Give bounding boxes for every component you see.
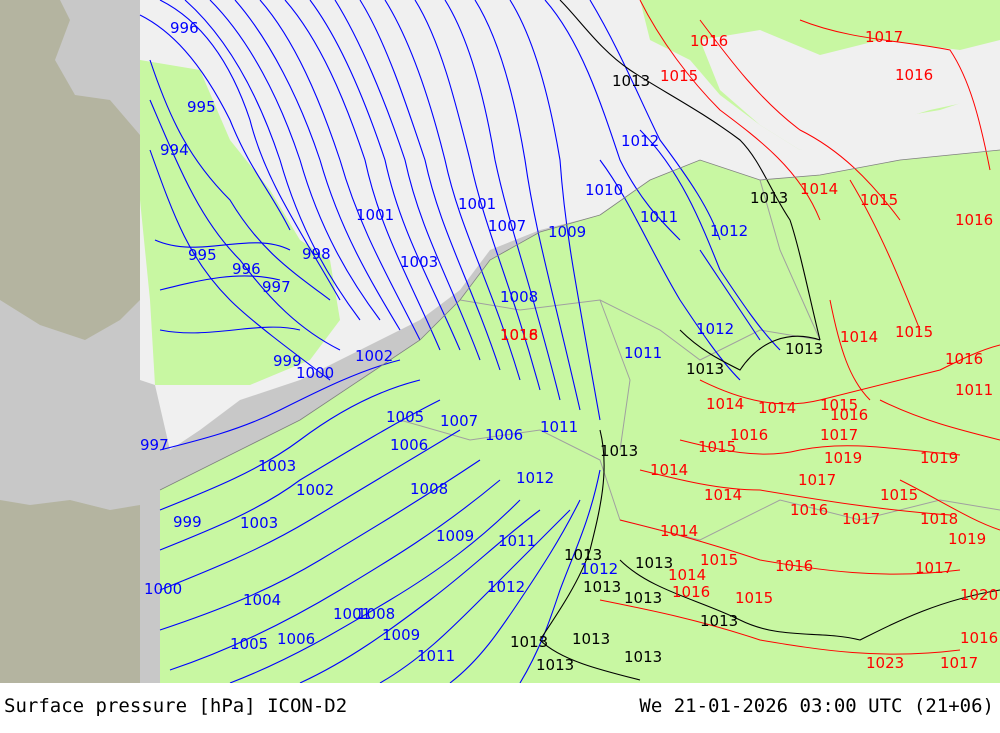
isobar-label: 1010 bbox=[585, 181, 623, 199]
great-britain-south-land bbox=[0, 500, 140, 683]
isobar-label: 1020 bbox=[960, 586, 998, 604]
isobar-label: 1017 bbox=[940, 654, 978, 672]
isobar-label: 1006 bbox=[390, 436, 428, 454]
isobar-label: 1011 bbox=[624, 344, 662, 362]
isobar-label: 1017 bbox=[798, 471, 836, 489]
isobar-label: 1008 bbox=[500, 288, 538, 306]
isobar-label: 1011 bbox=[640, 208, 678, 226]
isobar-label: 1009 bbox=[436, 527, 474, 545]
isobar-label: 1006 bbox=[485, 426, 523, 444]
isobar-label: 1019 bbox=[920, 449, 958, 467]
isobar-label: 1014 bbox=[660, 522, 698, 540]
isobar-label: 1017 bbox=[865, 28, 903, 46]
isobar-label: 1007 bbox=[488, 217, 526, 235]
isobar-label: 1015 bbox=[880, 486, 918, 504]
isobar-label: 1014 bbox=[800, 180, 838, 198]
isobar-label: 1011 bbox=[955, 381, 993, 399]
isobar-label: 1012 bbox=[516, 469, 554, 487]
isobar-label: 1016 bbox=[945, 350, 983, 368]
isobar-label: 1015 bbox=[735, 589, 773, 607]
map-canvas: 9969959949959969979989991000997999100010… bbox=[0, 0, 1000, 683]
isobar-label: 1016 bbox=[955, 211, 993, 229]
isobar-label: 1013 bbox=[750, 189, 788, 207]
isobar-label: 1015 bbox=[860, 191, 898, 209]
isobar-label: 1015 bbox=[698, 438, 736, 456]
isobar-label: 1013 bbox=[612, 72, 650, 90]
isobar-label: 1011 bbox=[540, 418, 578, 436]
isobar-label: 1013 bbox=[536, 656, 574, 674]
isobar-label: 1012 bbox=[487, 578, 525, 596]
isobar-label: 1008 bbox=[357, 605, 395, 623]
isobar-label: 1018 bbox=[500, 326, 538, 344]
isobar-label: 1019 bbox=[824, 449, 862, 467]
isobar-label: 1017 bbox=[915, 559, 953, 577]
isobar-label: 1011 bbox=[498, 532, 536, 550]
isobar-label: 1017 bbox=[820, 426, 858, 444]
isobar-label: 1016 bbox=[690, 32, 728, 50]
isobar-label: 1013 bbox=[700, 612, 738, 630]
isobar-label: 1001 bbox=[356, 206, 394, 224]
isobar-label: 1012 bbox=[621, 132, 659, 150]
isobar-label: 1003 bbox=[400, 253, 438, 271]
map-title: Surface pressure [hPa] ICON-D2 bbox=[4, 695, 348, 717]
isobar-label: 997 bbox=[262, 278, 291, 296]
isobar-label: 997 bbox=[140, 436, 169, 454]
isobar-label: 1014 bbox=[668, 566, 706, 584]
isobar-label: 1014 bbox=[758, 399, 796, 417]
isobar-label: 1023 bbox=[866, 654, 904, 672]
isobar-label: 1015 bbox=[660, 67, 698, 85]
isobar-label: 1000 bbox=[296, 364, 334, 382]
isobar-label: 1003 bbox=[258, 457, 296, 475]
isobar-label: 1009 bbox=[382, 626, 420, 644]
isobar-label: 1000 bbox=[144, 580, 182, 598]
isobar-label: 1016 bbox=[775, 557, 813, 575]
valid-time: We 21-01-2026 03:00 UTC (21+06) bbox=[639, 695, 994, 717]
isobar-label: 1005 bbox=[386, 408, 424, 426]
isobar-label: 1004 bbox=[243, 591, 281, 609]
isobar-label: 1015 bbox=[895, 323, 933, 341]
isobar-label: 995 bbox=[187, 98, 216, 116]
isobar-label: 995 bbox=[188, 246, 217, 264]
isobar-label: 1002 bbox=[355, 347, 393, 365]
isobar-label: 1007 bbox=[440, 412, 478, 430]
isobar-label: 1012 bbox=[710, 222, 748, 240]
isobar-label: 1016 bbox=[895, 66, 933, 84]
isobar-label: 1005 bbox=[230, 635, 268, 653]
isobar-label: 1013 bbox=[583, 578, 621, 596]
isobar-label: 1009 bbox=[548, 223, 586, 241]
isobar-label: 1013 bbox=[572, 630, 610, 648]
isobar-label: 1016 bbox=[960, 629, 998, 647]
isobar-label: 1017 bbox=[842, 510, 880, 528]
isobar-label: 999 bbox=[173, 513, 202, 531]
isobar-label: 1014 bbox=[704, 486, 742, 504]
isobar-label: 1013 bbox=[510, 633, 548, 651]
isobar-label: 1012 bbox=[696, 320, 734, 338]
isobar-label: 1001 bbox=[458, 195, 496, 213]
isobar-label: 1002 bbox=[296, 481, 334, 499]
isobar-label: 1013 bbox=[785, 340, 823, 358]
isobar-label: 1013 bbox=[686, 360, 724, 378]
isobar-label: 1016 bbox=[790, 501, 828, 519]
isobar-label: 1014 bbox=[706, 395, 744, 413]
isobar-label: 998 bbox=[302, 245, 331, 263]
isobar-label: 1018 bbox=[920, 510, 958, 528]
pressure-map: 996 995 994 995 996 997 998 999 1000 997 999 1000 10… bbox=[0, 0, 1000, 683]
isobar-label: 996 bbox=[232, 260, 261, 278]
isobar-label: 1003 bbox=[240, 514, 278, 532]
isobar-label: 1013 bbox=[564, 546, 602, 564]
isobar-label: 1013 bbox=[624, 589, 662, 607]
isobar-label: 1013 bbox=[600, 442, 638, 460]
isobar-label: 1013 bbox=[624, 648, 662, 666]
isobar-label: 1016 bbox=[672, 583, 710, 601]
isobar-label: 1014 bbox=[840, 328, 878, 346]
isobar-label: 1006 bbox=[277, 630, 315, 648]
isobar-label: 1019 bbox=[948, 530, 986, 548]
isobar-label: 1008 bbox=[410, 480, 448, 498]
isobar-label: 996 bbox=[170, 19, 199, 37]
isobar-label: 1011 bbox=[417, 647, 455, 665]
map-footer: Surface pressure [hPa] ICON-D2 We 21-01-… bbox=[0, 683, 1000, 733]
isobar-label: 1016 bbox=[830, 406, 868, 424]
isobar-label: 994 bbox=[160, 141, 189, 159]
isobar-label: 1014 bbox=[650, 461, 688, 479]
